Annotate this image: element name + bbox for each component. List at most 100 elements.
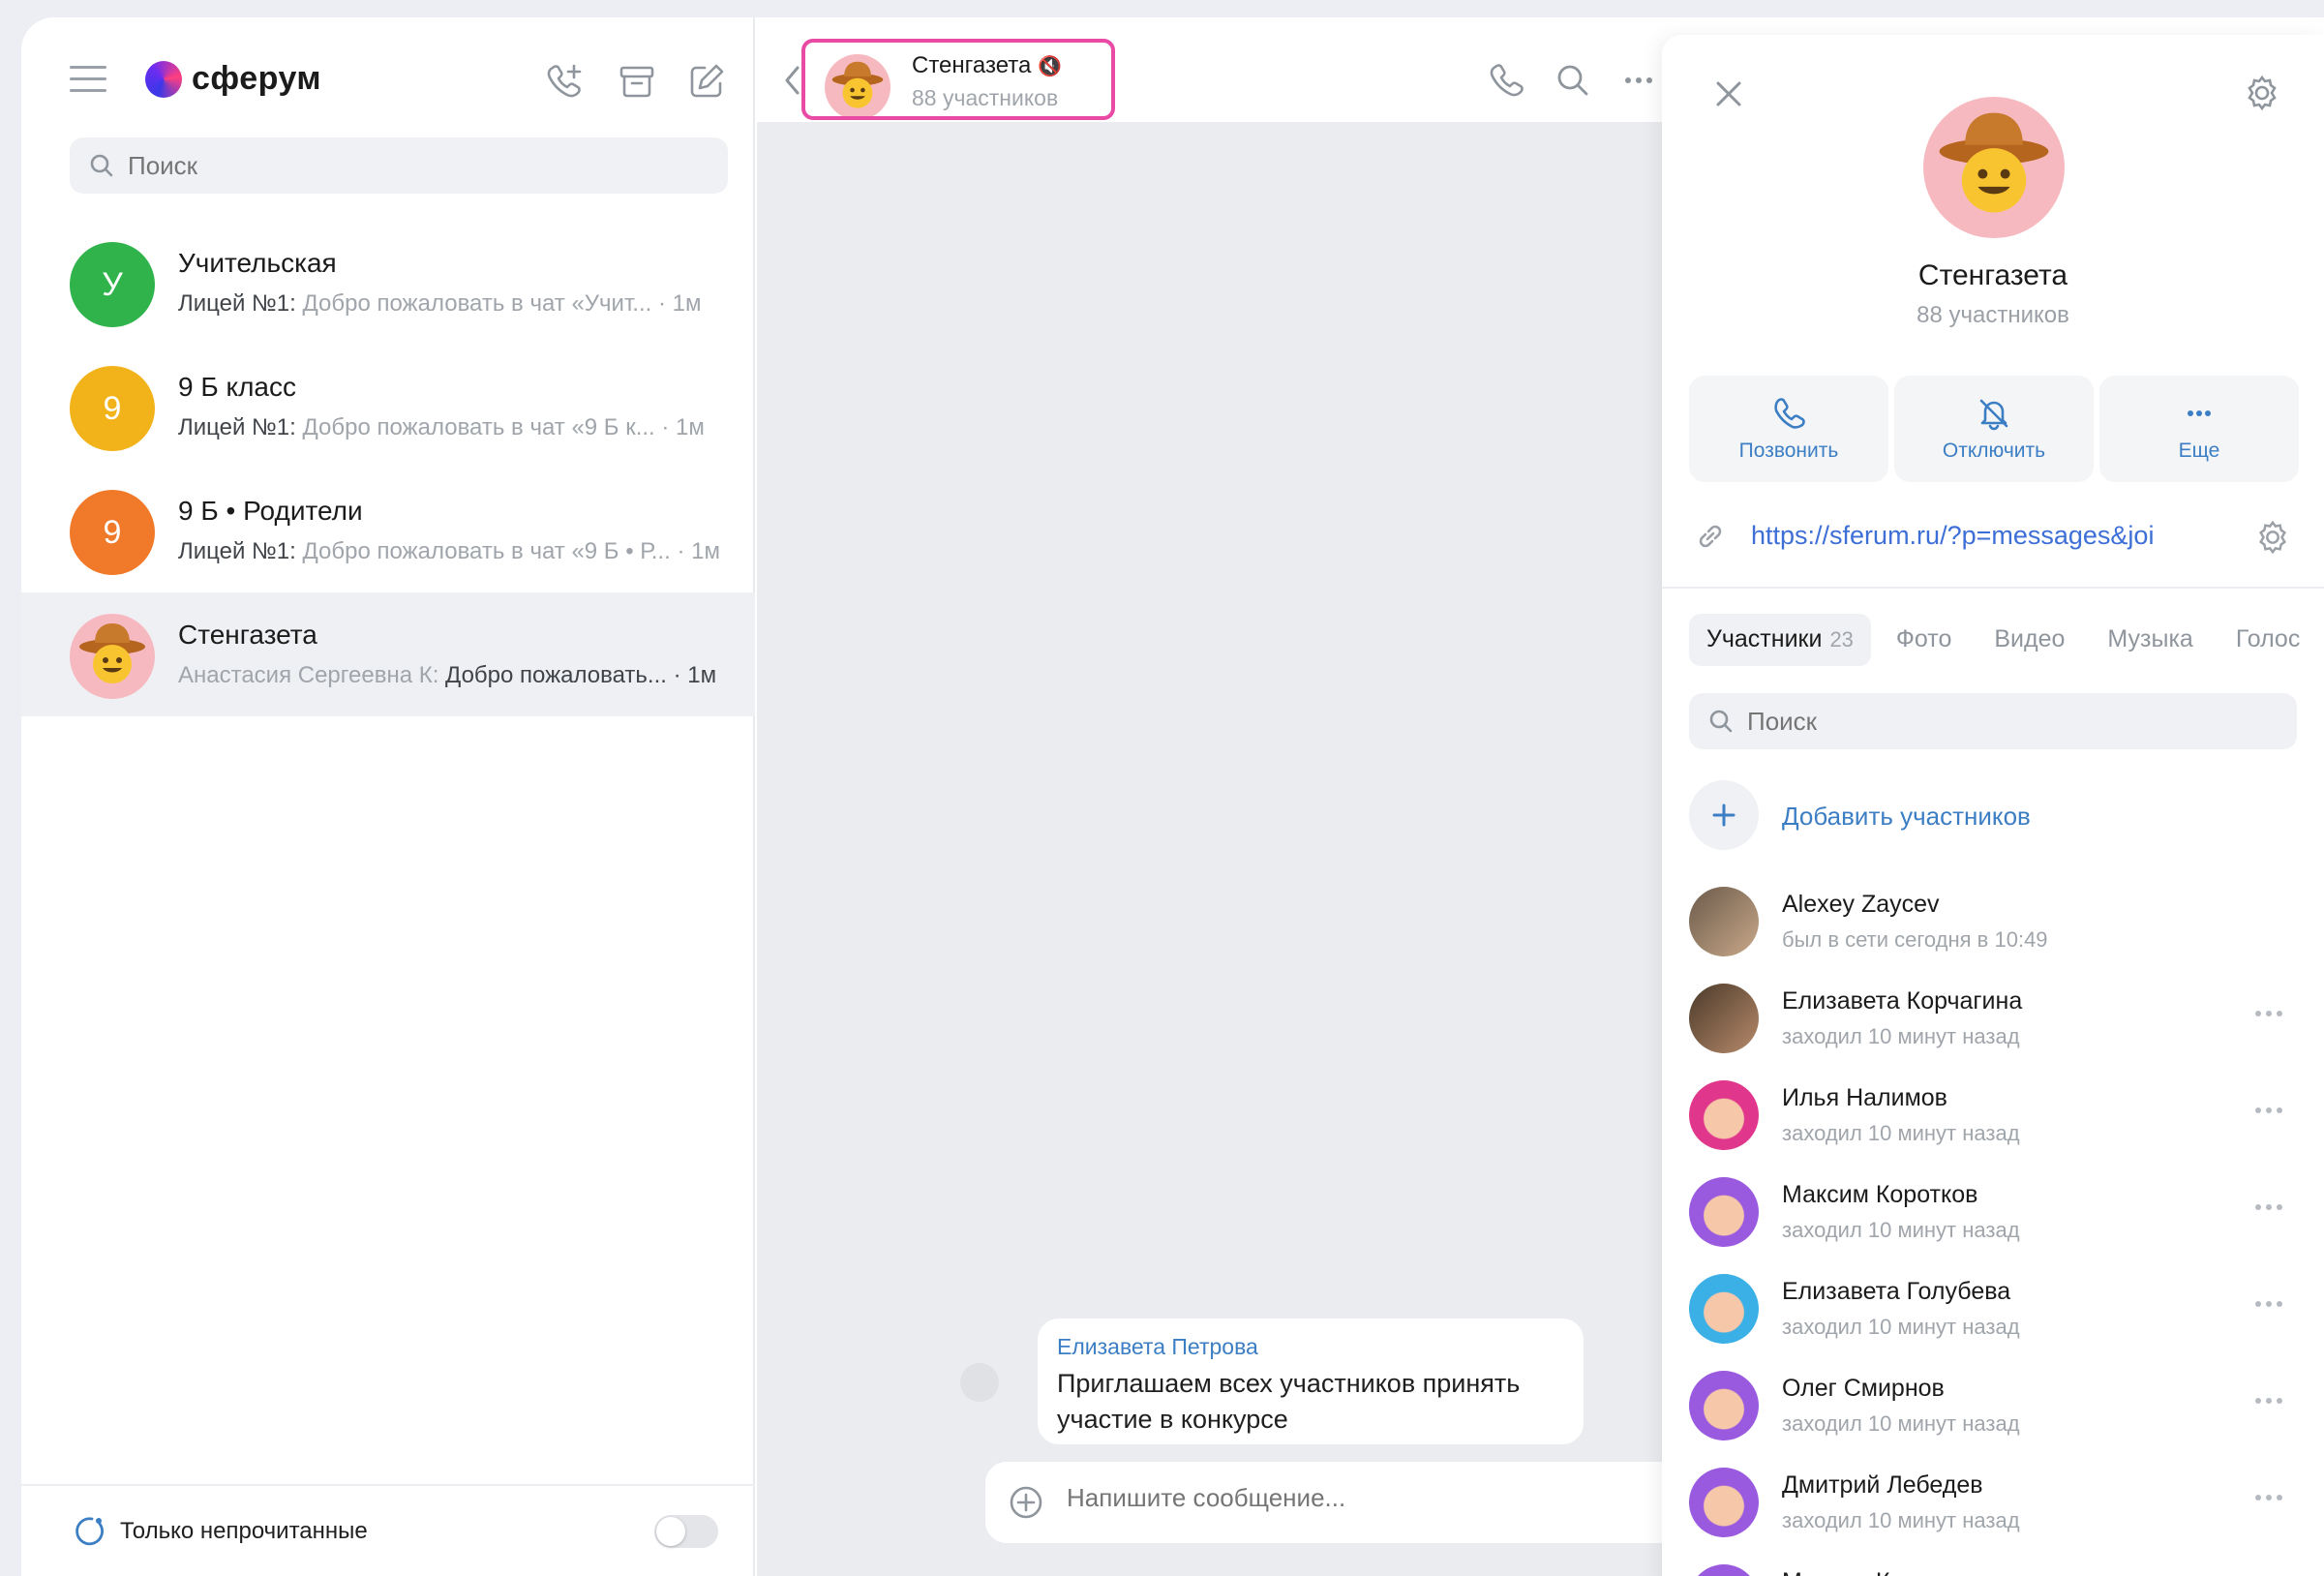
settings-gear-icon[interactable] <box>2243 74 2281 112</box>
divider <box>1662 587 2324 589</box>
member-status: заходил 10 минут назад <box>1782 1315 2020 1339</box>
chat-title: 9 Б класс <box>178 372 296 402</box>
search-icon[interactable] <box>1553 60 1593 101</box>
call-icon[interactable] <box>1487 60 1527 101</box>
chat-preview-sender: Анастасия Сергеевна К: <box>178 662 439 688</box>
unread-only-toggle[interactable] <box>654 1515 718 1548</box>
link-icon <box>1699 525 1722 548</box>
chat-preview-text: Добро пожаловать в чат «9 Б к... · 1м <box>295 414 705 440</box>
chat-info-avatar[interactable] <box>1923 97 2065 238</box>
more-button-label: Еще <box>2178 439 2220 462</box>
chat-item-active[interactable]: Стенгазета Анастасия Сергеевна К: Добро … <box>21 592 755 716</box>
chat-item[interactable]: У Учительская Лицей №1: Добро пожаловать… <box>21 221 755 345</box>
conversation: Стенгазета 🔇 88 участников Елизавета Пет… <box>757 17 1682 1576</box>
chat-preview-sender: Лицей №1: <box>178 290 296 317</box>
chat-preview: Лицей №1: Добро пожаловать в чат «9 Б • … <box>178 538 730 565</box>
member-search[interactable] <box>1689 693 2297 749</box>
attach-icon[interactable] <box>1007 1483 1045 1522</box>
sidebar-footer: Только непрочитанные <box>21 1484 755 1576</box>
member-row[interactable]: Alexey Zaycev был в сети сегодня в 10:49 <box>1689 877 2324 974</box>
member-name: Дмитрий Лебедев <box>1782 1471 1983 1499</box>
chat-search-input[interactable] <box>128 150 670 181</box>
tab-photo[interactable]: Фото <box>1879 614 1969 666</box>
archive-icon[interactable] <box>616 60 658 103</box>
member-row[interactable]: Максим Круглов <box>1689 1555 2324 1576</box>
app-window: сферум У Учительская Лицей №1: Добро пож… <box>21 17 2324 1576</box>
member-avatar <box>1689 1371 1759 1440</box>
close-icon[interactable] <box>1712 77 1745 110</box>
sidebar: сферум У Учительская Лицей №1: Добро пож… <box>21 17 755 1576</box>
message-author[interactable]: Елизавета Петрова <box>1057 1334 1564 1360</box>
member-more-icon[interactable] <box>2252 1200 2285 1214</box>
add-members-button[interactable]: Добавить участников <box>1689 778 2297 852</box>
chat-preview: Анастасия Сергеевна К: Добро пожаловать.… <box>178 662 730 689</box>
message-input[interactable] <box>1067 1483 1647 1513</box>
member-search-input[interactable] <box>1747 706 2270 737</box>
chat-search[interactable] <box>70 137 728 194</box>
message-composer[interactable] <box>985 1462 1682 1543</box>
cowboy-emoji-icon <box>1939 112 2049 213</box>
tab-members-label: Участники <box>1706 625 1823 652</box>
member-avatar <box>1689 1468 1759 1537</box>
message-bubble[interactable]: Елизавета Петрова Приглашаем всех участн… <box>1038 1318 1584 1444</box>
member-name: Елизавета Голубева <box>1782 1278 2011 1305</box>
chat-avatar: 9 <box>70 366 155 451</box>
highlight-frame <box>801 39 1115 120</box>
member-row[interactable]: Дмитрий Лебедев заходил 10 минут назад <box>1689 1458 2324 1555</box>
chat-info-title: Стенгазета <box>1917 259 2068 291</box>
menu-icon[interactable] <box>70 66 106 95</box>
link-settings-icon[interactable] <box>2254 519 2291 556</box>
mute-button-label: Отключить <box>1942 439 2046 462</box>
member-row[interactable]: Илья Налимов заходил 10 минут назад <box>1689 1071 2324 1167</box>
chat-title: Учительская <box>178 248 337 278</box>
logo-mark <box>145 60 182 98</box>
call-button[interactable]: Позвонить <box>1689 376 1888 482</box>
member-row[interactable]: Олег Смирнов заходил 10 минут назад <box>1689 1361 2324 1458</box>
tab-music[interactable]: Музыка <box>2090 614 2210 666</box>
unread-only-label: Только непрочитанные <box>120 1518 368 1544</box>
member-more-icon[interactable] <box>2252 1394 2285 1408</box>
member-name: Alexey Zaycev <box>1782 891 1940 918</box>
plus-icon <box>1689 780 1759 850</box>
invite-link[interactable]: https://sferum.ru/?p=messages&joi <box>1751 521 2206 551</box>
bell-off-icon <box>1979 399 2008 431</box>
member-name: Максим Круглов <box>1782 1568 1964 1576</box>
search-icon <box>90 154 113 177</box>
member-more-icon[interactable] <box>2252 1104 2285 1117</box>
chat-item[interactable]: 9 9 Б класс Лицей №1: Добро пожаловать в… <box>21 345 755 469</box>
chat-preview: Лицей №1: Добро пожаловать в чат «Учит..… <box>178 290 730 318</box>
member-name: Елизавета Корчагина <box>1782 987 2023 1015</box>
member-avatar <box>1689 887 1759 956</box>
search-icon <box>1709 710 1733 733</box>
tab-voice[interactable]: Голос <box>2218 614 2318 666</box>
call-button-label: Позвонить <box>1738 439 1839 462</box>
tab-members-count: 23 <box>1829 627 1854 652</box>
tab-video[interactable]: Видео <box>1977 614 2082 666</box>
member-name: Максим Коротков <box>1782 1181 1978 1208</box>
more-icon <box>2188 410 2211 416</box>
member-row[interactable]: Елизавета Корчагина заходил 10 минут наз… <box>1689 974 2324 1071</box>
mute-button[interactable]: Отключить <box>1894 376 2094 482</box>
chat-title: Стенгазета <box>178 620 317 650</box>
member-row[interactable]: Максим Коротков заходил 10 минут назад <box>1689 1167 2324 1264</box>
member-more-icon[interactable] <box>2252 1007 2285 1020</box>
new-call-icon[interactable] <box>544 60 587 103</box>
more-icon[interactable] <box>1618 60 1659 101</box>
tab-members[interactable]: Участники 23 <box>1689 614 1871 666</box>
chat-preview-sender: Лицей №1: <box>178 538 296 564</box>
message-author-avatar[interactable] <box>960 1363 999 1402</box>
more-button[interactable]: Еще <box>2099 376 2299 482</box>
chat-preview-sender: Лицей №1: <box>178 414 296 440</box>
compose-icon[interactable] <box>685 60 728 103</box>
member-name: Олег Смирнов <box>1782 1375 1945 1402</box>
member-row[interactable]: Елизавета Голубева заходил 10 минут наза… <box>1689 1264 2324 1361</box>
chat-item[interactable]: 9 9 Б • Родители Лицей №1: Добро пожалов… <box>21 469 755 592</box>
unread-filter-icon <box>75 1517 104 1546</box>
chat-info-member-count: 88 участников <box>1917 302 2069 328</box>
sidebar-header: сферум <box>21 17 755 132</box>
chat-info-actions: Позвонить Отключить Еще <box>1689 376 2299 482</box>
member-more-icon[interactable] <box>2252 1297 2285 1311</box>
back-icon[interactable] <box>782 64 803 97</box>
chat-preview-text: Добро пожаловать в чат «9 Б • Р... · 1м <box>295 538 720 564</box>
member-more-icon[interactable] <box>2252 1491 2285 1504</box>
